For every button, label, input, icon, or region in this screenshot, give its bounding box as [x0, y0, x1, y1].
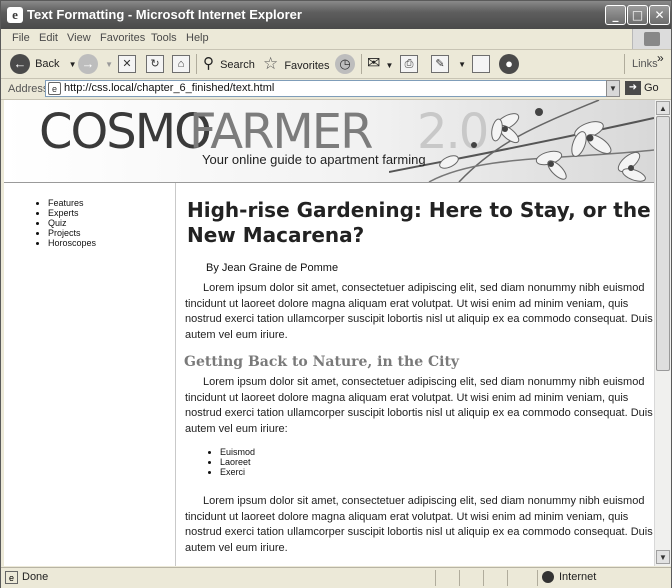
list-item: Exerci: [220, 467, 255, 477]
toolbar: ← Back ▼ → ▼ ✕ ↻ ⌂ ⚲ Search ☆ Favorites …: [1, 50, 671, 79]
list-item: Laoreet: [220, 457, 255, 467]
globe-icon: [542, 571, 554, 583]
search-label: Search: [220, 59, 255, 71]
forward-button[interactable]: → ▼: [78, 53, 113, 75]
scroll-up-icon[interactable]: ▲: [656, 101, 670, 115]
status-text: Done: [22, 571, 49, 583]
status-bar: e Done Internet: [1, 567, 671, 588]
history-icon: ◷: [335, 54, 355, 75]
mail-icon: ✉: [367, 55, 381, 72]
site-tagline: Your online guide to apartment farming: [202, 152, 426, 167]
toolbar-separator: [196, 54, 197, 74]
mail-dropdown-icon: ▼: [385, 61, 394, 70]
menu-edit[interactable]: Edit: [39, 32, 58, 44]
mail-button[interactable]: ✉ ▼: [367, 53, 393, 75]
menu-file[interactable]: File: [12, 32, 30, 44]
article-subhead: Getting Back to Nature, in the City: [184, 354, 460, 370]
logo-cosmo: COSMO: [39, 104, 212, 160]
maximize-button[interactable]: □: [627, 5, 648, 25]
discuss-icon: [472, 55, 490, 74]
menu-bar: File Edit View Favorites Tools Help: [1, 29, 671, 50]
address-url[interactable]: http://css.local/chapter_6_finished/text…: [64, 82, 274, 94]
sidebar-nav: Features Experts Quiz Projects Horoscope…: [4, 183, 176, 566]
minimize-button[interactable]: _: [605, 5, 626, 25]
page-done-icon: e: [5, 571, 18, 584]
nav-item-features[interactable]: Features: [48, 198, 96, 208]
title-bar[interactable]: e Text Formatting - Microsoft Internet E…: [1, 1, 671, 29]
article-paragraph: Lorem ipsum dolor sit amet, consectetuer…: [185, 495, 653, 554]
home-button[interactable]: ⌂: [172, 53, 190, 75]
search-button[interactable]: ⚲ Search: [203, 53, 255, 75]
back-dropdown-icon[interactable]: ▼: [69, 60, 77, 69]
scroll-down-icon[interactable]: ▼: [656, 550, 670, 564]
status-pane: [537, 570, 538, 586]
list-item: Euismod: [220, 447, 255, 457]
stop-icon: ✕: [118, 55, 136, 74]
browser-window: e Text Formatting - Microsoft Internet E…: [0, 0, 672, 588]
search-icon: ⚲: [203, 55, 214, 72]
toolbar-separator: [361, 54, 362, 74]
article-list: Euismod Laoreet Exerci: [180, 447, 255, 477]
window-title: Text Formatting - Microsoft Internet Exp…: [27, 7, 302, 22]
messenger-icon: ●: [499, 54, 519, 75]
menu-tools[interactable]: Tools: [151, 32, 177, 44]
windows-logo-icon: [632, 29, 671, 49]
page-icon: e: [48, 82, 61, 95]
menu-view[interactable]: View: [67, 32, 91, 44]
close-button[interactable]: ✕: [649, 5, 670, 25]
security-zone: Internet: [559, 571, 597, 583]
address-bar: Address e http://css.local/chapter_6_fin…: [1, 79, 671, 100]
favorites-button[interactable]: ☆ Favorites: [263, 53, 330, 75]
printer-icon: ⎙: [400, 55, 418, 74]
ie-logo-icon: e: [7, 7, 23, 23]
messenger-button[interactable]: ●: [499, 53, 519, 75]
links-chevron-icon[interactable]: »: [657, 47, 664, 69]
toolbar-separator: [624, 54, 625, 74]
stop-button[interactable]: ✕: [118, 53, 136, 75]
go-label: Go: [644, 81, 659, 94]
address-dropdown-icon[interactable]: ▼: [606, 80, 620, 97]
status-pane: [507, 570, 508, 586]
favorites-label: Favorites: [284, 60, 330, 72]
back-arrow-icon: ←: [10, 54, 30, 75]
article-headline: High-rise Gardening: Here to Stay, or th…: [187, 198, 651, 247]
article-paragraph: Lorem ipsum dolor sit amet, consectetuer…: [185, 282, 653, 341]
page-viewport: COSMO FARMER 2.0 Your online guide to ap…: [4, 100, 654, 566]
site-banner: COSMO FARMER 2.0 Your online guide to ap…: [4, 100, 654, 183]
refresh-icon: ↻: [146, 55, 164, 74]
menu-help[interactable]: Help: [186, 32, 209, 44]
article-byline: By Jean Graine de Pomme: [206, 262, 339, 274]
discuss-button[interactable]: [472, 53, 490, 75]
address-label: Address: [8, 83, 49, 95]
home-icon: ⌂: [172, 55, 190, 74]
nav-item-projects[interactable]: Projects: [48, 228, 96, 238]
go-button[interactable]: ➜ Go: [625, 81, 659, 97]
edit-icon: ✎: [431, 55, 449, 74]
forward-dropdown-icon[interactable]: ▼: [105, 60, 113, 69]
edit-button[interactable]: ✎ ▼: [431, 53, 466, 75]
forward-arrow-icon: →: [78, 54, 98, 75]
status-pane: [483, 570, 484, 586]
refresh-button[interactable]: ↻: [146, 53, 164, 75]
menu-favorites[interactable]: Favorites: [100, 32, 145, 44]
print-button[interactable]: ⎙: [400, 53, 418, 75]
go-arrow-icon: ➜: [625, 81, 641, 95]
scroll-thumb[interactable]: [656, 116, 670, 371]
vertical-scrollbar[interactable]: ▲ ▼: [654, 100, 671, 566]
favorites-star-icon: ☆: [263, 54, 279, 73]
article-paragraph: Lorem ipsum dolor sit amet, consectetuer…: [185, 376, 653, 435]
back-label: Back: [35, 58, 60, 70]
links-label[interactable]: Links: [632, 53, 658, 75]
edit-dropdown-icon: ▼: [458, 60, 466, 69]
nav-item-quiz[interactable]: Quiz: [48, 218, 96, 228]
status-pane: [435, 570, 436, 586]
nav-item-horoscopes[interactable]: Horoscopes: [48, 238, 96, 248]
orchid-illustration: [389, 100, 654, 182]
status-pane: [459, 570, 460, 586]
back-button[interactable]: ← Back ▼: [10, 53, 77, 75]
nav-item-experts[interactable]: Experts: [48, 208, 96, 218]
address-input[interactable]: e http://css.local/chapter_6_finished/te…: [45, 80, 620, 97]
history-button[interactable]: ◷: [335, 53, 355, 75]
